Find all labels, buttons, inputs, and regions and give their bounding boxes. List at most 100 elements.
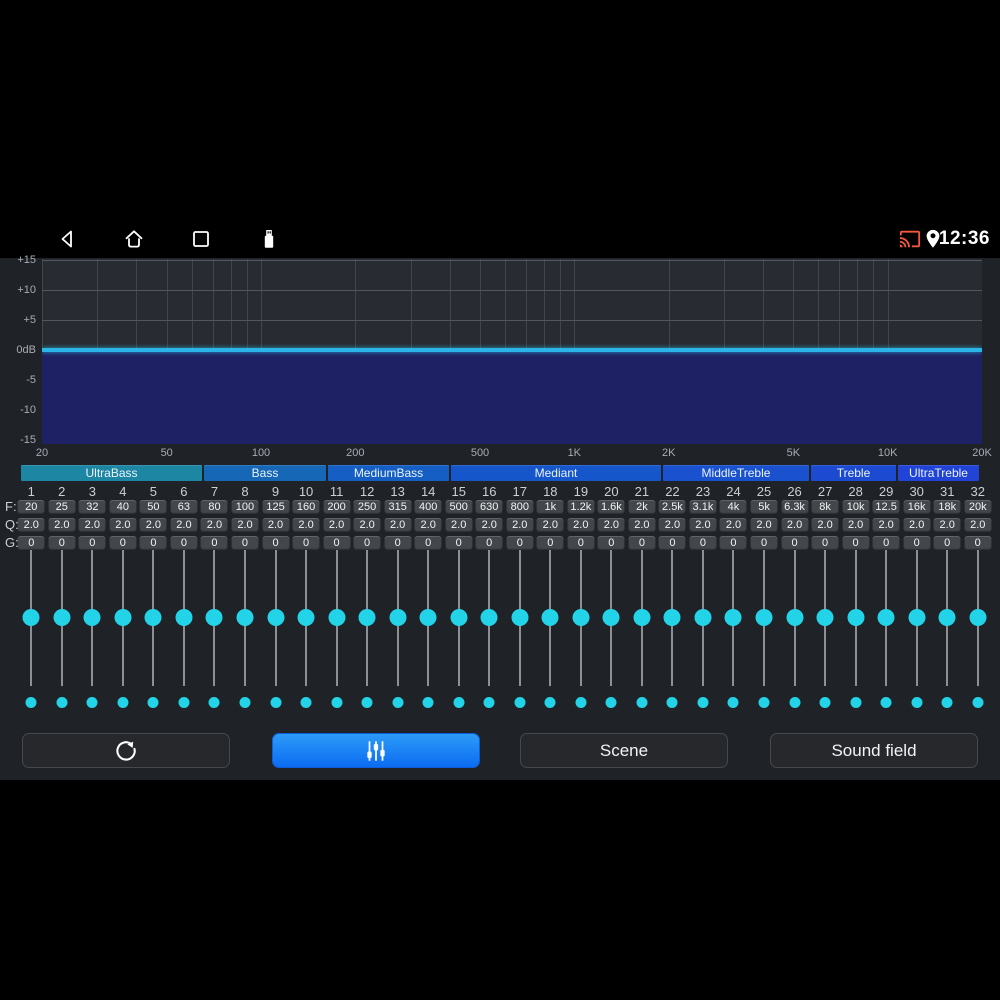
slider-knob[interactable]: [541, 609, 559, 626]
band-gain-value[interactable]: 0: [48, 536, 76, 550]
band-reset-dot[interactable]: [392, 697, 404, 708]
band-q-value[interactable]: 2.0: [719, 518, 747, 532]
band-frequency-value[interactable]: 5k: [750, 500, 778, 514]
band-frequency-value[interactable]: 80: [200, 500, 228, 514]
band-reset-dot[interactable]: [819, 697, 831, 708]
band-reset-dot[interactable]: [758, 697, 770, 708]
band-q-value[interactable]: 2.0: [109, 518, 137, 532]
band-gain-value[interactable]: 0: [292, 536, 320, 550]
band-q-value[interactable]: 2.0: [445, 518, 473, 532]
band-reset-dot[interactable]: [453, 697, 465, 708]
band-gain-value[interactable]: 0: [475, 536, 503, 550]
band-reset-dot[interactable]: [117, 697, 129, 708]
slider-knob[interactable]: [328, 609, 346, 626]
band-gain-value[interactable]: 0: [353, 536, 381, 550]
band-reset-dot[interactable]: [300, 697, 312, 708]
band-gain-value[interactable]: 0: [384, 536, 412, 550]
band-frequency-value[interactable]: 12.5: [872, 500, 900, 514]
band-frequency-value[interactable]: 2.5k: [658, 500, 686, 514]
band-q-value[interactable]: 2.0: [475, 518, 503, 532]
band-reset-dot[interactable]: [880, 697, 892, 708]
band-q-value[interactable]: 2.0: [78, 518, 106, 532]
slider-knob[interactable]: [53, 609, 71, 626]
band-frequency-value[interactable]: 16k: [903, 500, 931, 514]
band-q-value[interactable]: 2.0: [689, 518, 717, 532]
slider-knob[interactable]: [83, 609, 101, 626]
band-reset-dot[interactable]: [666, 697, 678, 708]
band-gain-value[interactable]: 0: [964, 536, 992, 550]
slider-knob[interactable]: [572, 609, 590, 626]
band-q-value[interactable]: 2.0: [811, 518, 839, 532]
band-gain-value[interactable]: 0: [933, 536, 961, 550]
band-q-value[interactable]: 2.0: [658, 518, 686, 532]
band-q-value[interactable]: 2.0: [292, 518, 320, 532]
band-frequency-value[interactable]: 125: [262, 500, 290, 514]
slider-knob[interactable]: [908, 609, 926, 626]
band-gain-value[interactable]: 0: [200, 536, 228, 550]
usb-drive-icon[interactable]: [257, 227, 281, 251]
slider-knob[interactable]: [267, 609, 285, 626]
band-frequency-value[interactable]: 1.2k: [567, 500, 595, 514]
band-reset-dot[interactable]: [239, 697, 251, 708]
sound-field-button[interactable]: Sound field: [770, 733, 978, 768]
band-reset-dot[interactable]: [483, 697, 495, 708]
band-gain-value[interactable]: 0: [445, 536, 473, 550]
band-q-value[interactable]: 2.0: [139, 518, 167, 532]
band-q-value[interactable]: 2.0: [842, 518, 870, 532]
slider-knob[interactable]: [389, 609, 407, 626]
band-gain-value[interactable]: 0: [414, 536, 442, 550]
slider-knob[interactable]: [144, 609, 162, 626]
band-gain-value[interactable]: 0: [842, 536, 870, 550]
band-gain-value[interactable]: 0: [719, 536, 747, 550]
band-reset-dot[interactable]: [514, 697, 526, 708]
slider-knob[interactable]: [419, 609, 437, 626]
band-frequency-value[interactable]: 18k: [933, 500, 961, 514]
band-group-header-ultrabass[interactable]: UltraBass: [21, 465, 202, 481]
band-group-header-mediumbass[interactable]: MediumBass: [328, 465, 449, 481]
band-gain-value[interactable]: 0: [109, 536, 137, 550]
band-q-value[interactable]: 2.0: [872, 518, 900, 532]
band-q-value[interactable]: 2.0: [48, 518, 76, 532]
band-reset-dot[interactable]: [850, 697, 862, 708]
band-gain-value[interactable]: 0: [323, 536, 351, 550]
band-frequency-value[interactable]: 100: [231, 500, 259, 514]
band-group-header-treble[interactable]: Treble: [811, 465, 896, 481]
band-frequency-value[interactable]: 20: [17, 500, 45, 514]
band-frequency-value[interactable]: 160: [292, 500, 320, 514]
slider-knob[interactable]: [694, 609, 712, 626]
band-q-value[interactable]: 2.0: [964, 518, 992, 532]
band-frequency-value[interactable]: 40: [109, 500, 137, 514]
band-reset-dot[interactable]: [361, 697, 373, 708]
band-frequency-value[interactable]: 315: [384, 500, 412, 514]
band-q-value[interactable]: 2.0: [536, 518, 564, 532]
slider-knob[interactable]: [877, 609, 895, 626]
band-q-value[interactable]: 2.0: [781, 518, 809, 532]
band-q-value[interactable]: 2.0: [323, 518, 351, 532]
band-q-value[interactable]: 2.0: [750, 518, 778, 532]
band-gain-value[interactable]: 0: [903, 536, 931, 550]
band-gain-value[interactable]: 0: [872, 536, 900, 550]
band-frequency-value[interactable]: 8k: [811, 500, 839, 514]
slider-knob[interactable]: [847, 609, 865, 626]
band-gain-value[interactable]: 0: [231, 536, 259, 550]
band-q-value[interactable]: 2.0: [17, 518, 45, 532]
slider-knob[interactable]: [236, 609, 254, 626]
band-group-header-middletreble[interactable]: MiddleTreble: [663, 465, 809, 481]
band-reset-dot[interactable]: [789, 697, 801, 708]
band-reset-dot[interactable]: [544, 697, 556, 708]
slider-knob[interactable]: [175, 609, 193, 626]
band-gain-value[interactable]: 0: [597, 536, 625, 550]
band-frequency-value[interactable]: 50: [139, 500, 167, 514]
band-gain-value[interactable]: 0: [628, 536, 656, 550]
eq-tab-button[interactable]: [272, 733, 480, 768]
slider-knob[interactable]: [755, 609, 773, 626]
band-q-value[interactable]: 2.0: [567, 518, 595, 532]
slider-knob[interactable]: [511, 609, 529, 626]
band-gain-value[interactable]: 0: [262, 536, 290, 550]
band-q-value[interactable]: 2.0: [506, 518, 534, 532]
band-frequency-value[interactable]: 200: [323, 500, 351, 514]
band-frequency-value[interactable]: 1k: [536, 500, 564, 514]
band-gain-value[interactable]: 0: [567, 536, 595, 550]
back-icon[interactable]: [56, 227, 80, 251]
band-gain-value[interactable]: 0: [78, 536, 106, 550]
